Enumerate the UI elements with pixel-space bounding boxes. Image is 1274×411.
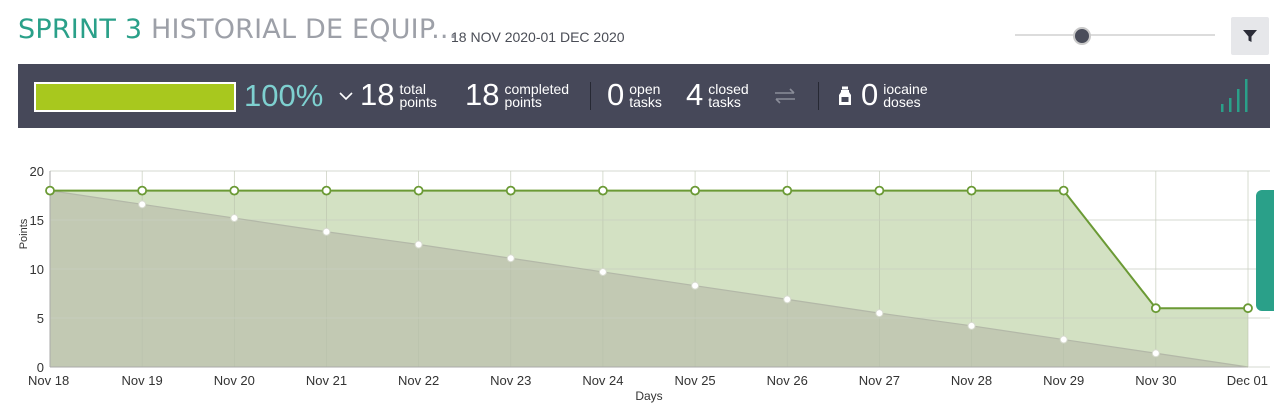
ideal-point xyxy=(1059,335,1068,344)
x-tick-label: Nov 18 xyxy=(28,373,69,388)
ideal-point xyxy=(322,227,331,236)
ideal-point xyxy=(691,281,700,290)
x-tick-label: Nov 27 xyxy=(859,373,900,388)
x-tick-label: Nov 25 xyxy=(674,373,715,388)
closed-tasks-stat: 4 closed tasks xyxy=(686,78,749,112)
actual-point xyxy=(1150,303,1161,314)
actual-point xyxy=(321,185,332,196)
actual-point xyxy=(229,185,240,196)
actual-point xyxy=(782,185,793,196)
x-tick-label: Nov 28 xyxy=(951,373,992,388)
ideal-point xyxy=(414,240,423,249)
iocaine-doses-value: 0 xyxy=(861,77,879,112)
summary-divider xyxy=(818,82,819,110)
y-tick-label: 5 xyxy=(37,311,44,326)
x-tick-label: Nov 24 xyxy=(582,373,623,388)
potion-bottle-icon xyxy=(839,86,851,105)
open-tasks-stat: 0 open tasks xyxy=(607,78,662,112)
actual-point xyxy=(690,185,700,196)
ideal-point xyxy=(138,200,147,209)
actual-point xyxy=(137,185,148,196)
ideal-point xyxy=(875,309,884,318)
y-tick-label: 10 xyxy=(30,262,44,277)
closed-tasks-label: closed tasks xyxy=(708,81,749,110)
side-panel-tab[interactable] xyxy=(1256,190,1274,311)
actual-point xyxy=(874,185,885,196)
ideal-point xyxy=(783,295,792,304)
sprint-header: SPRINT 3 HISTORIAL DE EQUIP... 18 NOV 20… xyxy=(18,10,1269,55)
project-name[interactable]: HISTORIAL DE EQUIP... xyxy=(151,14,457,45)
signal-bars-icon[interactable] xyxy=(1220,78,1250,112)
y-tick-label: 20 xyxy=(30,164,44,179)
burndown-chart: 05101520Nov 18 Nov 19 Nov 20 Nov 21 Nov 22 No… xyxy=(18,164,1270,403)
filter-icon xyxy=(1243,30,1257,42)
y-axis-title: Points xyxy=(18,218,30,249)
completed-points-value: 18 xyxy=(465,77,500,112)
progress-percent: 100% xyxy=(244,78,324,113)
total-points-stat: 18 total points xyxy=(360,78,437,112)
x-tick-label: Nov 20 xyxy=(214,373,255,388)
filter-button[interactable] xyxy=(1231,17,1269,55)
zoom-slider[interactable] xyxy=(1015,25,1215,45)
actual-point xyxy=(598,185,608,196)
x-tick-label: Nov 19 xyxy=(122,373,163,388)
ideal-point xyxy=(1151,349,1160,358)
closed-tasks-value: 4 xyxy=(686,77,704,112)
y-tick-label: 15 xyxy=(30,213,44,228)
sprint-label: SPRINT 3 xyxy=(18,14,143,45)
x-tick-label: Nov 30 xyxy=(1135,373,1176,388)
sprint-date-range: 18 NOV 2020-01 DEC 2020 xyxy=(451,29,625,45)
ideal-point xyxy=(598,267,607,276)
actual-point xyxy=(966,185,977,196)
ideal-point xyxy=(230,214,239,223)
iocaine-doses-stat: 0 iocaine doses xyxy=(861,78,928,112)
actual-point xyxy=(45,185,55,196)
open-tasks-value: 0 xyxy=(607,77,625,112)
iocaine-doses-label: iocaine doses xyxy=(883,81,928,110)
zoom-slider-track[interactable] xyxy=(1015,34,1215,36)
completed-points-stat: 18 completed points xyxy=(465,78,569,112)
x-tick-label: Nov 23 xyxy=(490,373,531,388)
x-tick-label: Nov 26 xyxy=(767,373,808,388)
x-axis-title: Days xyxy=(635,389,662,403)
progress-bar-fill xyxy=(36,84,234,110)
sprint-title: SPRINT 3 HISTORIAL DE EQUIP... xyxy=(18,14,457,45)
chevron-down-icon[interactable] xyxy=(338,88,354,104)
ideal-point xyxy=(967,321,976,330)
actual-point xyxy=(505,185,516,196)
completed-points-label: completed points xyxy=(504,81,570,110)
x-tick-label: Dec 01 xyxy=(1227,373,1268,388)
summary-divider xyxy=(590,82,591,110)
actual-point xyxy=(1243,303,1253,314)
progress-bar xyxy=(34,82,236,112)
x-tick-label: Nov 21 xyxy=(306,373,347,388)
x-tick-label: Nov 22 xyxy=(398,373,439,388)
total-points-label: total points xyxy=(399,81,437,110)
open-tasks-label: open tasks xyxy=(629,81,662,110)
total-points-value: 18 xyxy=(360,77,395,112)
sprint-summary-bar: 100% 18 total points 18 completed points 0… xyxy=(18,64,1270,128)
actual-point xyxy=(413,185,424,196)
zoom-slider-thumb[interactable] xyxy=(1073,27,1091,45)
actual-point xyxy=(1058,185,1069,196)
swap-arrows-icon[interactable] xyxy=(772,84,798,108)
x-tick-label: Nov 29 xyxy=(1043,373,1084,388)
ideal-point xyxy=(506,254,515,263)
